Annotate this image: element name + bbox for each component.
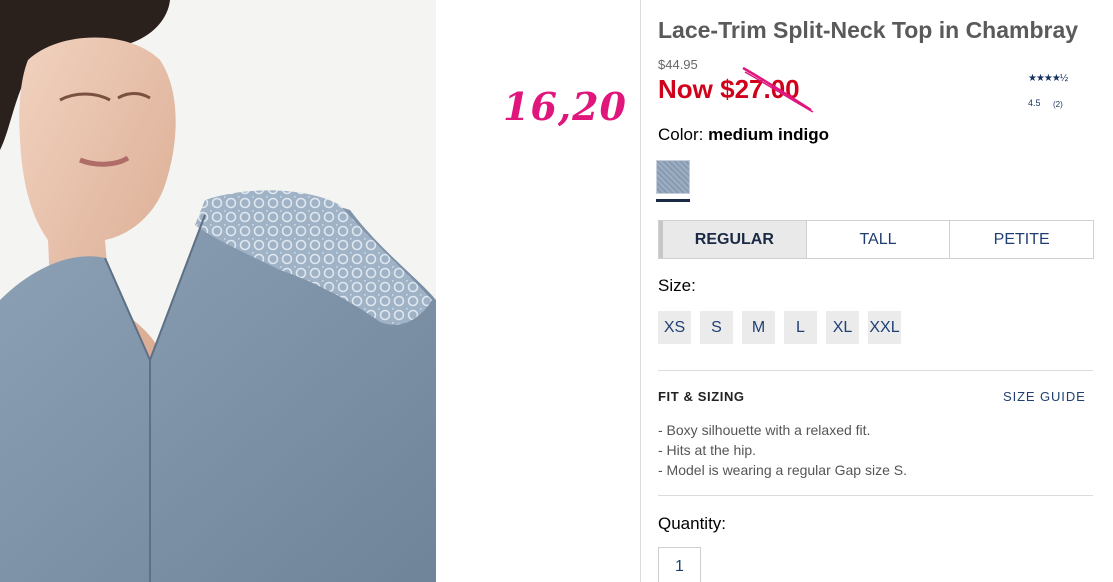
- size-button-xs[interactable]: XS: [658, 311, 691, 344]
- color-swatch[interactable]: [656, 160, 690, 194]
- list-item: - Hits at the hip.: [658, 442, 757, 458]
- rating[interactable]: ★★★★½ 4.5 (2): [1028, 73, 1088, 113]
- size-selector: XS S M L XL XXL: [658, 311, 901, 344]
- fit-details-list: - Boxy silhouette with a relaxed fit. - …: [658, 420, 907, 480]
- divider: [658, 370, 1093, 371]
- rating-value: 4.5: [1028, 98, 1041, 108]
- quantity-input[interactable]: 1: [658, 547, 701, 582]
- list-item: - Model is wearing a regular Gap size S.: [658, 462, 907, 478]
- handwritten-price-annotation: 16,20: [503, 84, 627, 129]
- size-button-l[interactable]: L: [784, 311, 817, 344]
- color-line: Color: medium indigo: [658, 125, 829, 145]
- star-rating-icon: ★★★★½: [1028, 73, 1068, 84]
- size-button-xxl[interactable]: XXL: [868, 311, 901, 344]
- product-title: Lace-Trim Split-Neck Top in Chambray: [658, 17, 1079, 43]
- fit-tab-petite[interactable]: PETITE: [949, 221, 1093, 258]
- review-count[interactable]: (2): [1053, 100, 1063, 109]
- list-item: - Boxy silhouette with a relaxed fit.: [658, 422, 871, 438]
- size-guide-link[interactable]: SIZE GUIDE: [1003, 389, 1086, 404]
- fit-tab-tall[interactable]: TALL: [805, 221, 950, 258]
- fit-tab-regular[interactable]: REGULAR: [659, 221, 806, 258]
- product-details-panel: Lace-Trim Split-Neck Top in Chambray $44…: [640, 0, 1113, 582]
- size-label: Size:: [658, 276, 696, 295]
- color-value: medium indigo: [708, 125, 829, 144]
- original-price: $44.95: [658, 57, 698, 72]
- model-illustration: [0, 0, 436, 582]
- swatch-selected-indicator: [656, 199, 690, 202]
- color-label: Color:: [658, 125, 704, 144]
- quantity-label: Quantity:: [658, 514, 727, 533]
- fit-selector: REGULAR TALL PETITE: [658, 220, 1094, 259]
- price-strikethrough-mark: [742, 66, 814, 113]
- divider: [658, 495, 1093, 496]
- size-button-m[interactable]: M: [742, 311, 775, 344]
- product-photo: [0, 0, 436, 582]
- fit-sizing-heading: FIT & SIZING: [658, 389, 745, 404]
- size-button-xl[interactable]: XL: [826, 311, 859, 344]
- size-button-s[interactable]: S: [700, 311, 733, 344]
